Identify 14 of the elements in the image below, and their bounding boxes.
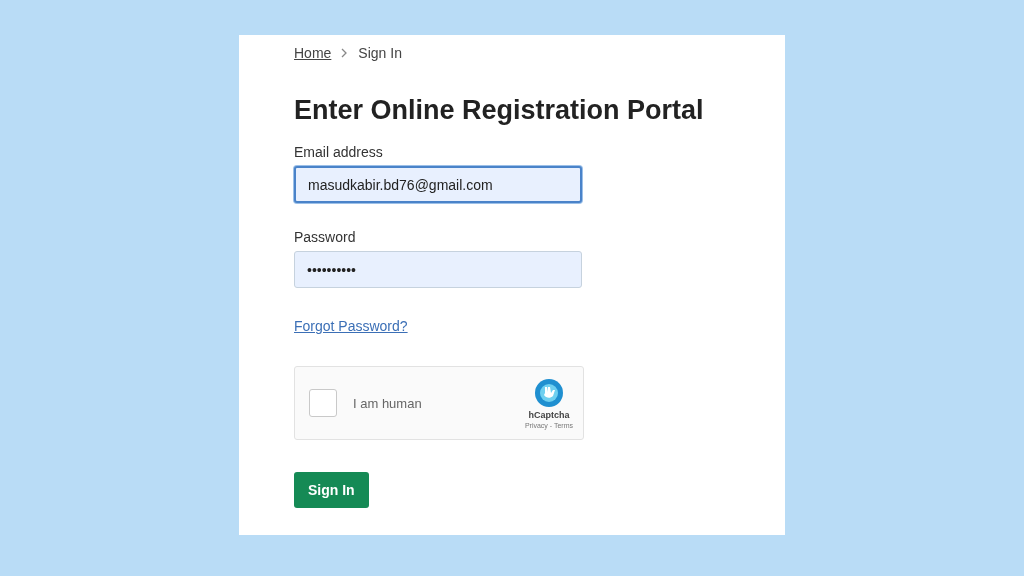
captcha-checkbox[interactable] [309, 389, 337, 417]
input-field[interactable]: masudkabir.bd76@gmail.com [294, 166, 582, 203]
breadcrumb-link[interactable]: Home [294, 45, 332, 61]
sign-in-button[interactable]: Sign In [294, 472, 369, 508]
field-label: Password [294, 229, 357, 245]
chevron-icon [341, 48, 349, 58]
field-label: Email address [294, 144, 384, 160]
captcha-brand: hCaptcha [528, 409, 570, 420]
input-field[interactable]: •••••••••• [294, 251, 582, 288]
hand-logo-icon [533, 377, 564, 408]
page-title: Enter Online Registration Portal [294, 95, 704, 126]
breadcrumb-current: Sign In [358, 45, 402, 61]
captcha-label: I am human [353, 395, 423, 411]
forgot-password-link[interactable]: Forgot Password? [294, 318, 408, 334]
